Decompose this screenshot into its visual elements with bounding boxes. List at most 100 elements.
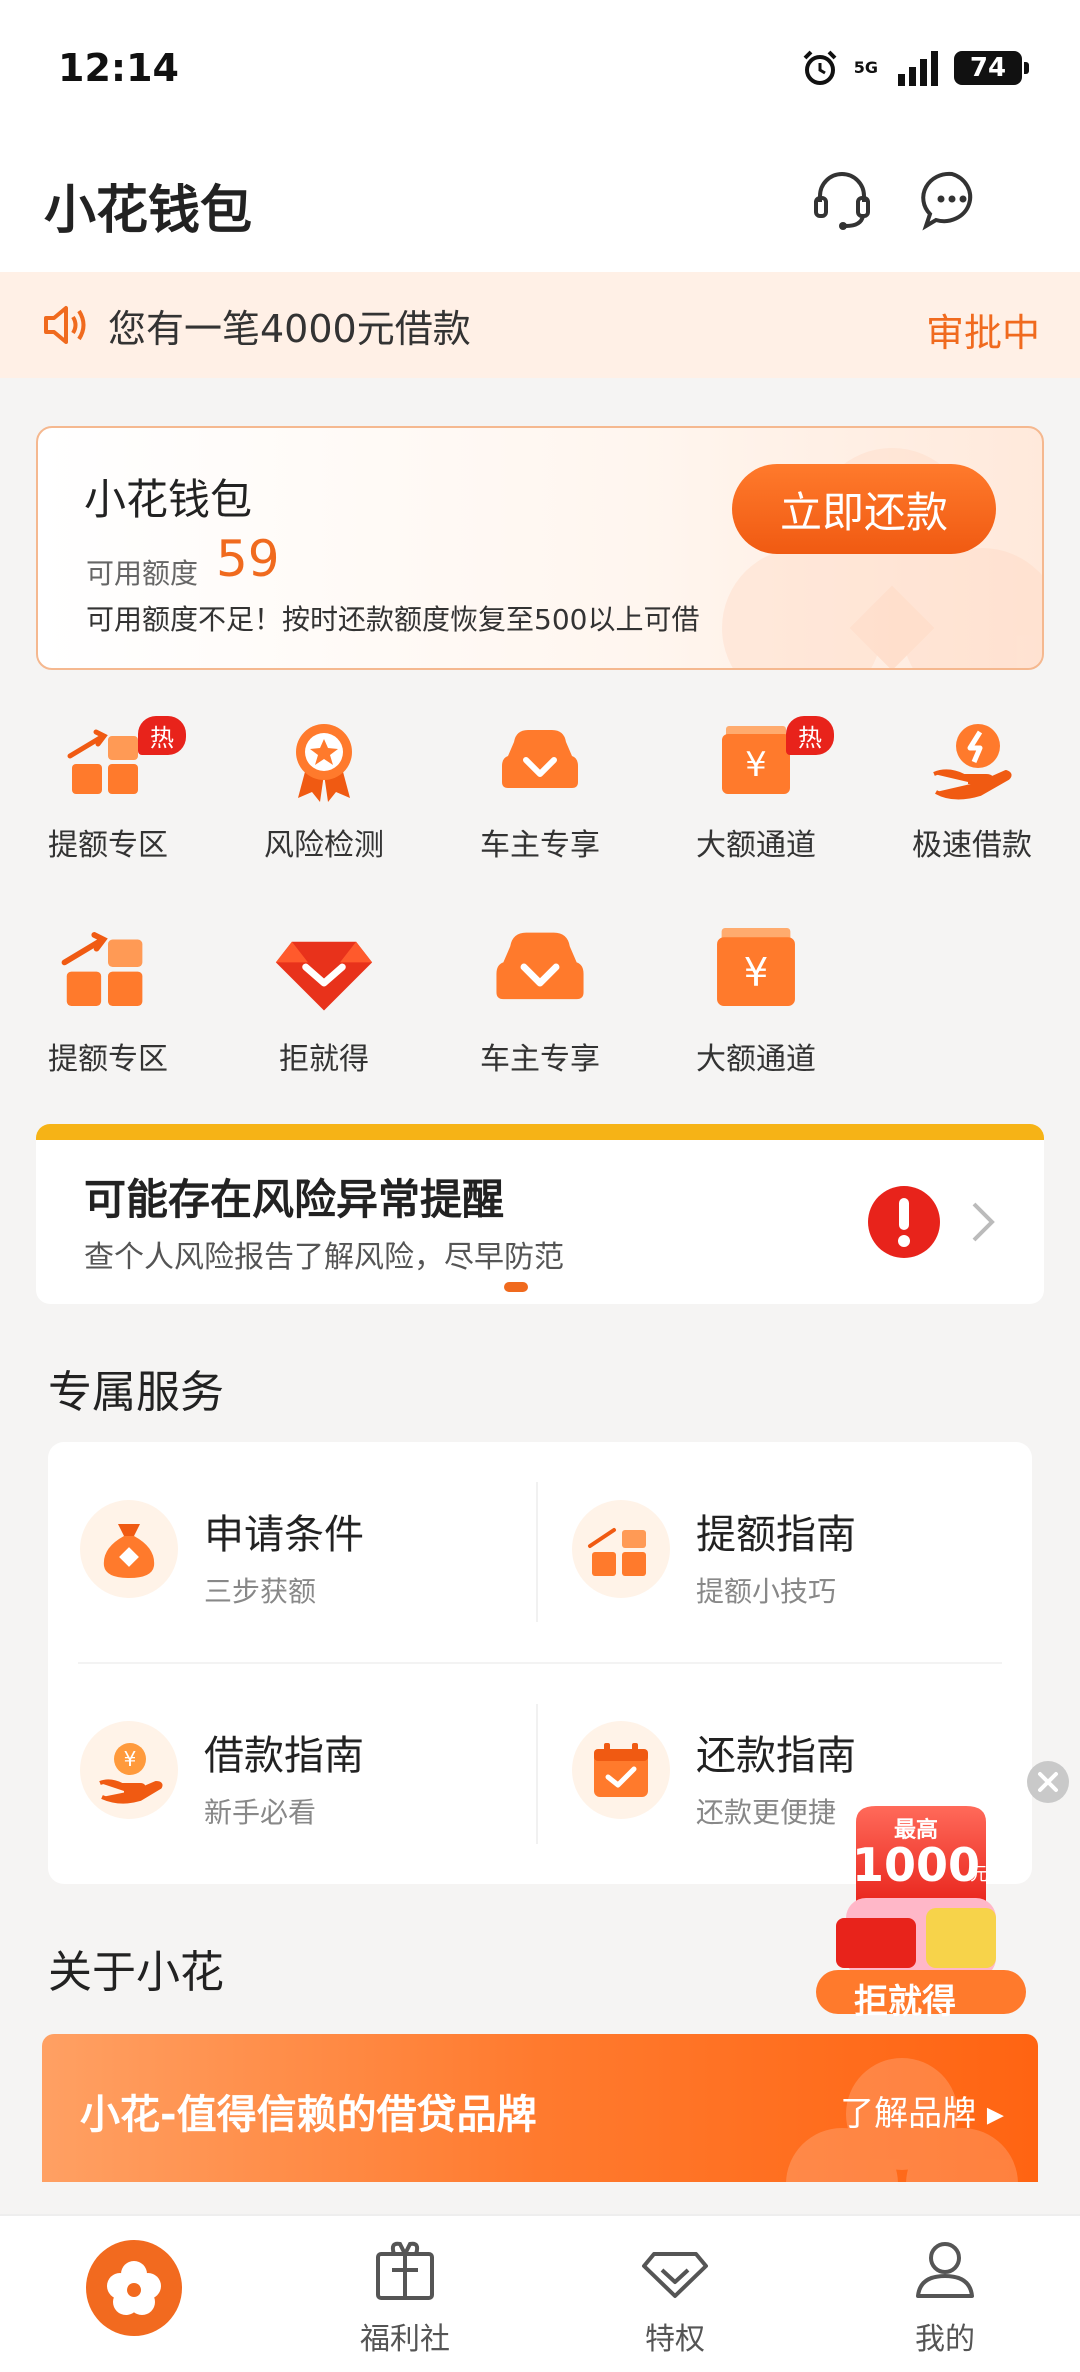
- icon-wrap: [572, 1721, 670, 1819]
- grid-label: 拒就得: [279, 1042, 369, 1077]
- service-subtitle: 提额小技巧: [696, 1575, 837, 1608]
- grid-item-large-loan[interactable]: ¥ 大额通道 热: [648, 712, 864, 864]
- service-subtitle: 还款更便捷: [696, 1796, 837, 1829]
- limit-value: 59: [216, 530, 280, 588]
- close-icon[interactable]: [1026, 1760, 1070, 1804]
- service-subtitle: 新手必看: [204, 1796, 317, 1829]
- grid-item-risk-check[interactable]: 风险检测: [216, 712, 432, 864]
- flower-logo-icon: [107, 2261, 161, 2315]
- gem-icon: [275, 941, 373, 1011]
- svg-text:¥: ¥: [745, 745, 767, 785]
- status-bar: 12:14 5G 74: [0, 0, 1080, 140]
- svg-text:¥: ¥: [744, 950, 769, 995]
- customer-service-icon[interactable]: [806, 164, 878, 236]
- section-title-services: 专属服务: [48, 1367, 224, 1418]
- service-credit-guide[interactable]: 提额指南 提额小技巧: [540, 1442, 1032, 1663]
- grid-label: 提额专区: [48, 1042, 168, 1077]
- limit-tip: 可用额度不足！按时还款额度恢复至500以上可借: [86, 603, 700, 636]
- section-title-about: 关于小花: [48, 1947, 224, 1998]
- gift-box-icon: [376, 2241, 434, 2300]
- tab-mine[interactable]: 我的: [810, 2216, 1080, 2372]
- diamond-icon: [642, 2252, 708, 2298]
- risk-subtitle: 查个人风险报告了解风险，尽早防范: [84, 1240, 564, 1275]
- notice-text: 您有一笔4000元借款: [108, 306, 471, 351]
- grid-label: 车主专享: [480, 1042, 600, 1077]
- risk-title: 可能存在风险异常提醒: [84, 1175, 505, 1224]
- tab-label: 福利社: [360, 2322, 450, 2357]
- service-title: 申请条件: [204, 1512, 364, 1558]
- grid-label: 风险检测: [264, 828, 384, 863]
- tab-welfare[interactable]: 福利社: [270, 2216, 540, 2372]
- svg-text:¥: ¥: [124, 1747, 137, 1771]
- brand-slogan: 小花-值得信赖的借贷品牌: [80, 2092, 537, 2138]
- service-loan-guide[interactable]: ¥ 借款指南 新手必看: [48, 1663, 540, 1884]
- medal-icon: [296, 724, 352, 802]
- wallet-card: 小花钱包 可用额度 59 可用额度不足！按时还款额度恢复至500以上可借 立即还…: [36, 426, 1044, 670]
- tab-home[interactable]: [0, 2216, 270, 2372]
- icon-wrap: ¥: [80, 1721, 178, 1819]
- status-time: 12:14: [58, 46, 179, 90]
- wallet-name: 小花钱包: [84, 475, 253, 524]
- service-subtitle: 三步获额: [204, 1575, 317, 1608]
- money-bag-icon: [103, 1524, 155, 1578]
- icon-wrap: [80, 1500, 178, 1598]
- grid-item-fast-loan[interactable]: 极速借款: [864, 712, 1080, 864]
- promo-unit: 元: [970, 1864, 988, 1885]
- network-label: 5G: [853, 58, 878, 77]
- tab-privilege[interactable]: 特权: [540, 2216, 810, 2372]
- hot-badge: 热: [138, 716, 186, 755]
- grid-item-large-loan-2[interactable]: ¥ 大额通道: [648, 912, 864, 1078]
- promo-float-widget[interactable]: 最高 1000 元 拒就得: [816, 1798, 1030, 2022]
- grid-item-reject-reward[interactable]: 拒就得: [216, 912, 432, 1078]
- loan-notice-bar[interactable]: 您有一笔4000元借款 审批中: [0, 272, 1080, 378]
- grid-item-car-owner[interactable]: 车主专享: [432, 712, 648, 864]
- calendar-check-icon: [594, 1743, 648, 1797]
- brand-banner[interactable]: 小花-值得信赖的借贷品牌 了解品牌 ▸: [42, 2034, 1038, 2182]
- promo-label: 拒就得: [854, 1982, 956, 2022]
- risk-reminder-card[interactable]: 可能存在风险异常提醒 查个人风险报告了解风险，尽早防范: [36, 1124, 1044, 1304]
- grid-label: 大额通道: [696, 1042, 816, 1077]
- lightning-hand-icon: [933, 724, 1012, 800]
- learn-brand-link[interactable]: 了解品牌 ▸: [840, 2086, 1004, 2135]
- divider: [536, 1482, 538, 1622]
- battery-level: 74: [969, 53, 1007, 83]
- service-title: 还款指南: [696, 1733, 856, 1779]
- page-title: 小花钱包: [44, 181, 253, 241]
- grid-label: 大额通道: [696, 828, 816, 863]
- notice-status: 审批中: [925, 311, 1040, 355]
- chevron-right-icon: [972, 1202, 995, 1242]
- message-icon[interactable]: [916, 164, 988, 236]
- grid-item-credit-up-2[interactable]: 提额专区: [0, 912, 216, 1078]
- car-icon: [502, 730, 578, 788]
- app-header: 小花钱包: [0, 140, 1080, 272]
- grid-label: 提额专区: [48, 828, 168, 863]
- yuan-box-icon: ¥: [717, 928, 795, 1006]
- grid-label: 极速借款: [912, 828, 1032, 863]
- tab-label: 特权: [645, 2322, 705, 2357]
- promo-amount: 1000: [852, 1838, 981, 1892]
- limit-label: 可用额度: [86, 557, 199, 590]
- home-tab-circle: [86, 2240, 182, 2336]
- grid-item-credit-up[interactable]: 提额专区 热: [0, 712, 216, 864]
- service-title: 提额指南: [696, 1512, 856, 1558]
- battery-icon: 74: [954, 51, 1029, 85]
- carousel-indicator: [504, 1282, 528, 1292]
- bottom-tab-bar: 福利社 特权 我的: [0, 2214, 1080, 2372]
- alarm-icon: [803, 50, 837, 85]
- credit-up-icon: [61, 932, 143, 1006]
- repay-now-button[interactable]: 立即还款: [732, 464, 996, 554]
- grid-label: 车主专享: [480, 828, 600, 863]
- status-icons: 5G 74: [800, 48, 1029, 88]
- service-title: 借款指南: [204, 1733, 364, 1779]
- car-icon: [496, 932, 584, 1000]
- user-icon: [916, 2242, 974, 2298]
- coin-hand-icon: ¥: [99, 1743, 163, 1804]
- divider: [78, 1662, 1002, 1664]
- credit-up-icon: [588, 1528, 646, 1576]
- grid-item-car-owner-2[interactable]: 车主专享: [432, 912, 648, 1078]
- speaker-icon: [44, 306, 86, 344]
- hot-badge: 热: [786, 716, 834, 755]
- tab-label: 我的: [915, 2322, 975, 2357]
- risk-accent-bar: [36, 1124, 1044, 1140]
- service-apply-conditions[interactable]: 申请条件 三步获额: [48, 1442, 540, 1663]
